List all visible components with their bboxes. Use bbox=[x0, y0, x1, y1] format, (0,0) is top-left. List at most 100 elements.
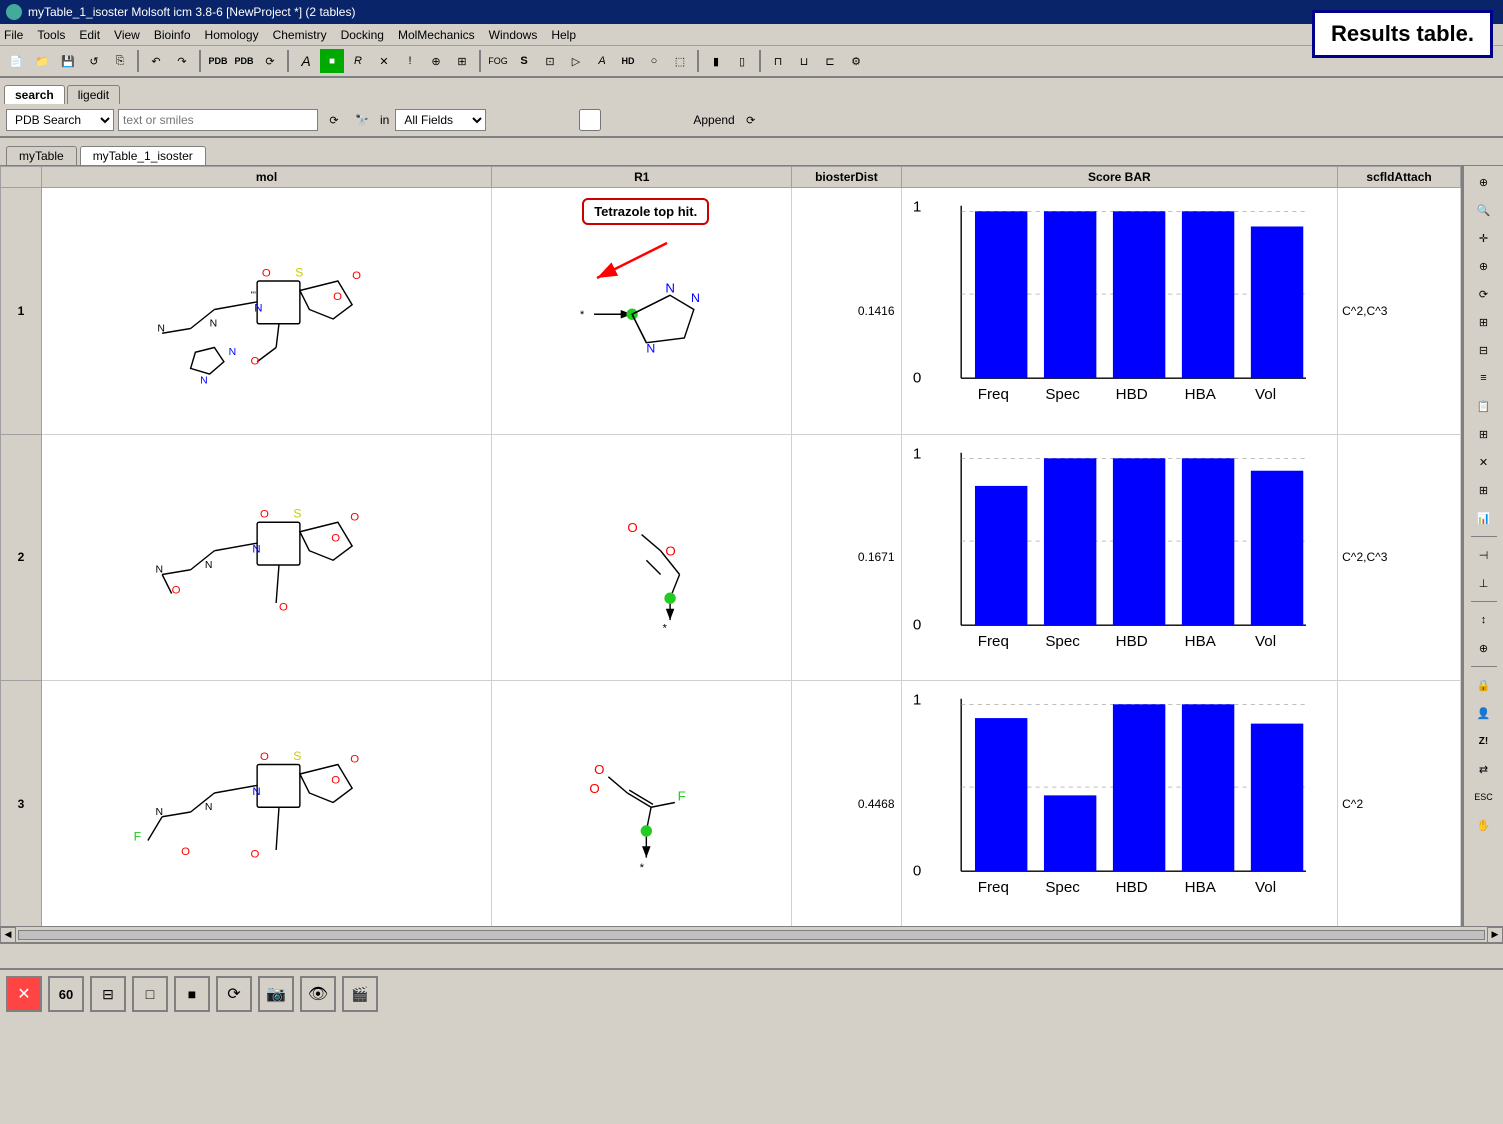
z-label-button[interactable]: Z! bbox=[1470, 729, 1498, 753]
copy-button[interactable]: ⎘ bbox=[108, 49, 132, 73]
menu-view[interactable]: View bbox=[114, 28, 140, 42]
scroll-left-button[interactable]: ◀ bbox=[0, 927, 16, 943]
new-button[interactable]: 📄 bbox=[4, 49, 28, 73]
menu-file[interactable]: File bbox=[4, 28, 23, 42]
rect2-button[interactable]: ▯ bbox=[730, 49, 754, 73]
menu-edit[interactable]: Edit bbox=[79, 28, 100, 42]
rect1-button[interactable]: ▮ bbox=[704, 49, 728, 73]
network-button[interactable]: ⊟ bbox=[1470, 338, 1498, 362]
lock-button[interactable]: 🔒 bbox=[1470, 673, 1498, 697]
search-type-select[interactable]: PDB Search Ligand Search Text Search bbox=[6, 109, 114, 131]
grid-button[interactable]: ⊞ bbox=[450, 49, 474, 73]
rect3-button[interactable]: ⊓ bbox=[766, 49, 790, 73]
gear-button[interactable]: ⚙ bbox=[844, 49, 868, 73]
menu-molmechanics[interactable]: MolMechanics bbox=[398, 28, 475, 42]
tab-ligedit[interactable]: ligedit bbox=[67, 85, 120, 104]
a2-button[interactable]: A bbox=[590, 49, 614, 73]
grid2-button[interactable]: ⊞ bbox=[1470, 478, 1498, 502]
refresh3-button[interactable]: ⟳ bbox=[216, 976, 252, 1012]
hd-button[interactable]: HD bbox=[616, 49, 640, 73]
tab-search[interactable]: search bbox=[4, 85, 65, 104]
table-tab-isoster[interactable]: myTable_1_isoster bbox=[80, 146, 206, 165]
zoom-in-button[interactable]: 🔍 bbox=[1470, 198, 1498, 222]
scrollbar-h[interactable]: ◀ ▶ bbox=[0, 926, 1503, 942]
binoculars-icon-btn[interactable]: 🔭 bbox=[350, 108, 374, 132]
refresh-search-button[interactable]: ⟳ bbox=[739, 108, 763, 132]
crosshair2-button[interactable]: ⊕ bbox=[424, 49, 448, 73]
append-checkbox-label[interactable]: Append bbox=[490, 109, 734, 131]
properties-button[interactable]: ⊞ bbox=[1470, 422, 1498, 446]
svg-text:Vol: Vol bbox=[1255, 879, 1276, 896]
video-button[interactable]: 🎬 bbox=[342, 976, 378, 1012]
close-x-button[interactable]: ✕ bbox=[1470, 450, 1498, 474]
rect5-button[interactable]: ⊏ bbox=[818, 49, 842, 73]
plus-arrows-button[interactable]: ⊕ bbox=[1470, 636, 1498, 660]
col-header-mol[interactable]: mol bbox=[41, 167, 491, 188]
circle-button[interactable]: ○ bbox=[642, 49, 666, 73]
menu-chemistry[interactable]: Chemistry bbox=[273, 28, 327, 42]
r-button[interactable]: R bbox=[346, 49, 370, 73]
eye-button[interactable]: 👁 bbox=[300, 976, 336, 1012]
font-a-button[interactable]: A bbox=[294, 49, 318, 73]
scroll-thumb-h[interactable] bbox=[18, 930, 1485, 940]
move-button[interactable]: ✛ bbox=[1470, 226, 1498, 250]
open-button[interactable]: 📁 bbox=[30, 49, 54, 73]
zoom-mag-button[interactable]: ⊕ bbox=[1470, 254, 1498, 278]
chart-button[interactable]: 📊 bbox=[1470, 506, 1498, 530]
save-button[interactable]: 💾 bbox=[56, 49, 80, 73]
svg-text:Vol: Vol bbox=[1255, 386, 1276, 403]
layers-button[interactable]: ⬚ bbox=[668, 49, 692, 73]
col-header-bioster[interactable]: biosterDist bbox=[792, 167, 901, 188]
sixty-button[interactable]: 60 bbox=[48, 976, 84, 1012]
triangle-button[interactable]: ▷ bbox=[564, 49, 588, 73]
pdb2-button[interactable]: PDB bbox=[232, 49, 256, 73]
table-tab-mytable[interactable]: myTable bbox=[6, 146, 77, 165]
arrows2-button[interactable]: ⇄ bbox=[1470, 757, 1498, 781]
menu-docking[interactable]: Docking bbox=[341, 28, 384, 42]
menu-windows[interactable]: Windows bbox=[489, 28, 538, 42]
excl-button[interactable]: ! bbox=[398, 49, 422, 73]
crosshair-button[interactable]: ✕ bbox=[372, 49, 396, 73]
arrows-button[interactable]: ↕ bbox=[1470, 608, 1498, 632]
svg-text:N: N bbox=[205, 560, 213, 571]
search-input[interactable] bbox=[118, 109, 318, 131]
menu-help[interactable]: Help bbox=[551, 28, 576, 42]
stop-button[interactable]: ✕ bbox=[6, 976, 42, 1012]
data-button[interactable]: ⊡ bbox=[538, 49, 562, 73]
tetrazole-annotation: Tetrazole top hit. bbox=[582, 198, 709, 225]
rect4-button[interactable]: ⊔ bbox=[792, 49, 816, 73]
resize-h-button[interactable]: ⊣ bbox=[1470, 543, 1498, 567]
menu-tools[interactable]: Tools bbox=[37, 28, 65, 42]
fog-button[interactable]: FOG bbox=[486, 49, 510, 73]
rect-empty-button[interactable]: □ bbox=[132, 976, 168, 1012]
col-header-score[interactable]: Score BAR bbox=[901, 167, 1338, 188]
menu-bioinfo[interactable]: Bioinfo bbox=[154, 28, 191, 42]
undo-button[interactable]: ↶ bbox=[144, 49, 168, 73]
scroll-right-button[interactable]: ▶ bbox=[1487, 927, 1503, 943]
table-e-button[interactable]: ⊟ bbox=[90, 976, 126, 1012]
search-icon-btn[interactable]: ⟳ bbox=[322, 108, 346, 132]
col-header-r1[interactable]: R1 bbox=[492, 167, 792, 188]
camera-button[interactable]: 📷 bbox=[258, 976, 294, 1012]
data-table[interactable]: mol R1 biosterDist Score BAR scfldAttach… bbox=[0, 166, 1463, 926]
append-checkbox[interactable] bbox=[490, 109, 690, 131]
person-button[interactable]: 👤 bbox=[1470, 701, 1498, 725]
fields-select[interactable]: All Fields Name Description bbox=[395, 109, 486, 131]
compass-button[interactable]: ⊕ bbox=[1470, 170, 1498, 194]
refresh-button[interactable]: ⟳ bbox=[258, 49, 282, 73]
col-header-scfld[interactable]: scfldAttach bbox=[1338, 167, 1461, 188]
s-button[interactable]: S bbox=[512, 49, 536, 73]
rotate-button[interactable]: ↺ bbox=[82, 49, 106, 73]
clipboard-button[interactable]: 📋 bbox=[1470, 394, 1498, 418]
rect-full-button[interactable]: ■ bbox=[174, 976, 210, 1012]
resize-v-button[interactable]: ⊥ bbox=[1470, 571, 1498, 595]
binoculars-button[interactable]: ⊞ bbox=[1470, 310, 1498, 334]
green-box-button[interactable]: ■ bbox=[320, 49, 344, 73]
layers2-button[interactable]: ≡ bbox=[1470, 366, 1498, 390]
refresh2-button[interactable]: ⟳ bbox=[1470, 282, 1498, 306]
pdb-button[interactable]: PDB bbox=[206, 49, 230, 73]
redo-button[interactable]: ↷ bbox=[170, 49, 194, 73]
esc-button[interactable]: ESC bbox=[1470, 785, 1498, 809]
hand-button[interactable]: ✋ bbox=[1470, 813, 1498, 837]
menu-homology[interactable]: Homology bbox=[205, 28, 259, 42]
